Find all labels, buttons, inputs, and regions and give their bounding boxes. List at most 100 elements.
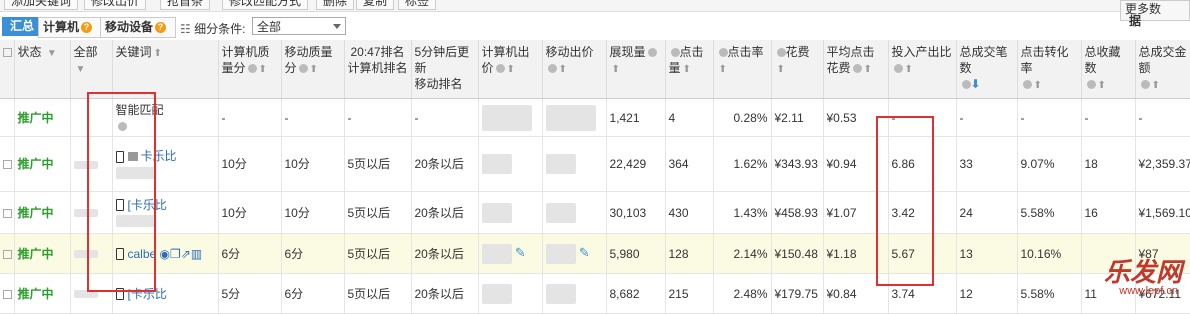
globe-icon[interactable]: ◉: [160, 247, 170, 261]
keyword-cell[interactable]: calbe ◉❐⇗▥: [112, 233, 219, 274]
col-pc-quality[interactable]: 计算机质量分 ⬆: [218, 40, 282, 99]
cost-cell: ¥150.48: [771, 233, 824, 274]
col-impressions-label: 展现量: [609, 45, 646, 59]
col-ctr[interactable]: 点击率⬆: [713, 40, 772, 99]
roi-cell: 6.86: [888, 136, 957, 192]
mob-bid-cell: [542, 191, 607, 234]
impressions-cell: 30,103: [606, 191, 666, 234]
col-rank[interactable]: 20:47排名 计算机排名: [344, 40, 412, 99]
chevron-down-icon: ▼: [46, 48, 57, 59]
col-rank-sub: 计算机排名: [347, 61, 408, 75]
chart-icon[interactable]: ⇗: [181, 247, 191, 261]
col-deals[interactable]: 总成交笔数 ⬇: [956, 40, 1018, 99]
tag-button[interactable]: 标签: [398, 0, 437, 10]
edit-bid-button[interactable]: 修改出价: [84, 0, 147, 10]
keyword-link[interactable]: calbe: [128, 247, 157, 261]
mob-quality-cell: 10分: [281, 191, 345, 234]
edit-match-button[interactable]: 修改匹配方式: [222, 0, 309, 10]
row-checkbox[interactable]: [0, 273, 15, 314]
table-row: 推广中 calbe ◉❐⇗▥ 6分 6分 5页以后 20条以后 ✎ ✎ 5,98…: [0, 233, 1190, 274]
deals-cell: -: [956, 98, 1018, 137]
deals-cell: 33: [956, 136, 1018, 192]
keyword-link[interactable]: 卡乐比: [141, 149, 177, 163]
row-checkbox[interactable]: [0, 233, 15, 274]
col-update[interactable]: 5分钟后更新 移动排名: [411, 40, 479, 99]
pc-bid-cell: [478, 136, 543, 192]
cvr-cell: 5.58%: [1017, 273, 1082, 314]
grab-top-button[interactable]: 抢首条: [160, 0, 211, 10]
sort-icon: ⬆: [718, 64, 727, 75]
edit-icon[interactable]: ✎: [579, 245, 590, 260]
col-cpc[interactable]: 平均点击花费 ⬆: [823, 40, 889, 99]
tab-computer[interactable]: 计算机?: [38, 17, 105, 38]
sort-icon: ⬆: [258, 64, 267, 75]
col-mob-quality[interactable]: 移动质量分 ⬆: [281, 40, 345, 99]
keyword-cell[interactable]: 卡乐比: [112, 136, 219, 192]
keyword-cell[interactable]: [卡乐比: [112, 273, 219, 314]
deals-cell: 24: [956, 191, 1018, 234]
col-rank-label: 20:47排名: [350, 45, 405, 59]
impressions-cell: 1,421: [606, 98, 666, 137]
mob-bid-cell[interactable]: ✎: [542, 233, 607, 274]
add-keyword-button[interactable]: 添加关键词: [4, 0, 79, 10]
col-all[interactable]: 全部 ▼: [70, 40, 113, 99]
tab-mobile[interactable]: 移动设备?: [100, 17, 176, 38]
filter-condition-text: 细分条件:: [194, 22, 246, 36]
pc-bid-cell[interactable]: ✎: [478, 233, 543, 274]
mob-quality-cell: 6分: [281, 273, 345, 314]
keyword-link[interactable]: [卡乐比: [128, 198, 167, 212]
sort-icon: ⬆: [1033, 80, 1042, 91]
col-status[interactable]: 状态 ▼: [14, 40, 71, 99]
cvr-cell: 9.07%: [1017, 136, 1082, 192]
help-icon[interactable]: ?: [155, 22, 167, 34]
all-cell: [70, 233, 113, 274]
filter-condition-label: ☷ 细分条件:: [180, 20, 245, 37]
col-pc-bid[interactable]: 计算机出价 ⬆: [478, 40, 543, 99]
col-impressions[interactable]: 展现量 ⬆: [606, 40, 666, 99]
row-checkbox[interactable]: [0, 191, 15, 234]
keyword-link[interactable]: [卡乐比: [128, 287, 167, 301]
trash-icon[interactable]: ▥: [191, 247, 202, 261]
chevron-down-icon: ▼: [75, 64, 86, 75]
col-roi[interactable]: 投入产出比 ⬆: [888, 40, 957, 99]
col-amount[interactable]: 总成交金额 ⬆: [1135, 40, 1190, 99]
sort-down-icon: ⬇: [970, 77, 981, 91]
help-icon: [298, 64, 308, 74]
help-icon[interactable]: ?: [81, 22, 93, 34]
tab-summary[interactable]: 汇总: [2, 17, 42, 36]
select-all-checkbox[interactable]: [0, 40, 15, 99]
clicks-cell: 215: [665, 273, 714, 314]
mob-quality-cell: 10分: [281, 136, 345, 192]
more-data-button[interactable]: 更多数 据: [1120, 0, 1190, 28]
col-keyword[interactable]: 关键词 ⬆: [112, 40, 219, 99]
row-checkbox[interactable]: [0, 98, 15, 137]
edit-icon[interactable]: ✎: [515, 245, 526, 260]
toolbar: 添加关键词 修改出价 抢首条 修改匹配方式 删除 复制 标签: [0, 0, 1190, 12]
deals-cell: 13: [956, 233, 1018, 274]
row-checkbox[interactable]: [0, 136, 15, 192]
chevron-down-icon: [333, 24, 341, 29]
keyword-text: 智能匹配: [115, 102, 164, 117]
col-cost[interactable]: 花费⬆: [771, 40, 824, 99]
delete-button[interactable]: 删除: [316, 0, 355, 10]
keyword-cell[interactable]: [卡乐比: [112, 191, 219, 234]
pc-quality-cell: 5分: [218, 273, 282, 314]
sort-icon: ⬆: [1151, 80, 1160, 91]
help-icon: [776, 48, 786, 58]
help-icon: [718, 48, 728, 58]
col-clicks[interactable]: 点击量 ⬆: [665, 40, 714, 99]
col-cvr[interactable]: 点击转化率 ⬆: [1017, 40, 1082, 99]
ctr-cell: 1.62%: [713, 136, 772, 192]
cpc-cell: ¥1.18: [823, 233, 889, 274]
col-status-label: 状态: [17, 45, 42, 59]
checkbox-icon: [3, 160, 12, 170]
help-icon: [647, 48, 657, 58]
filter-condition-select[interactable]: 全部: [252, 17, 346, 35]
col-mob-bid[interactable]: 移动出价 ⬆: [542, 40, 607, 99]
col-favorites[interactable]: 总收藏数 ⬆: [1081, 40, 1136, 99]
copy-button[interactable]: 复制: [356, 0, 395, 10]
all-cell: [70, 273, 113, 314]
tab-computer-label: 计算机: [43, 20, 80, 34]
copy-icon[interactable]: ❐: [170, 247, 181, 261]
ctr-cell: 2.14%: [713, 233, 772, 274]
